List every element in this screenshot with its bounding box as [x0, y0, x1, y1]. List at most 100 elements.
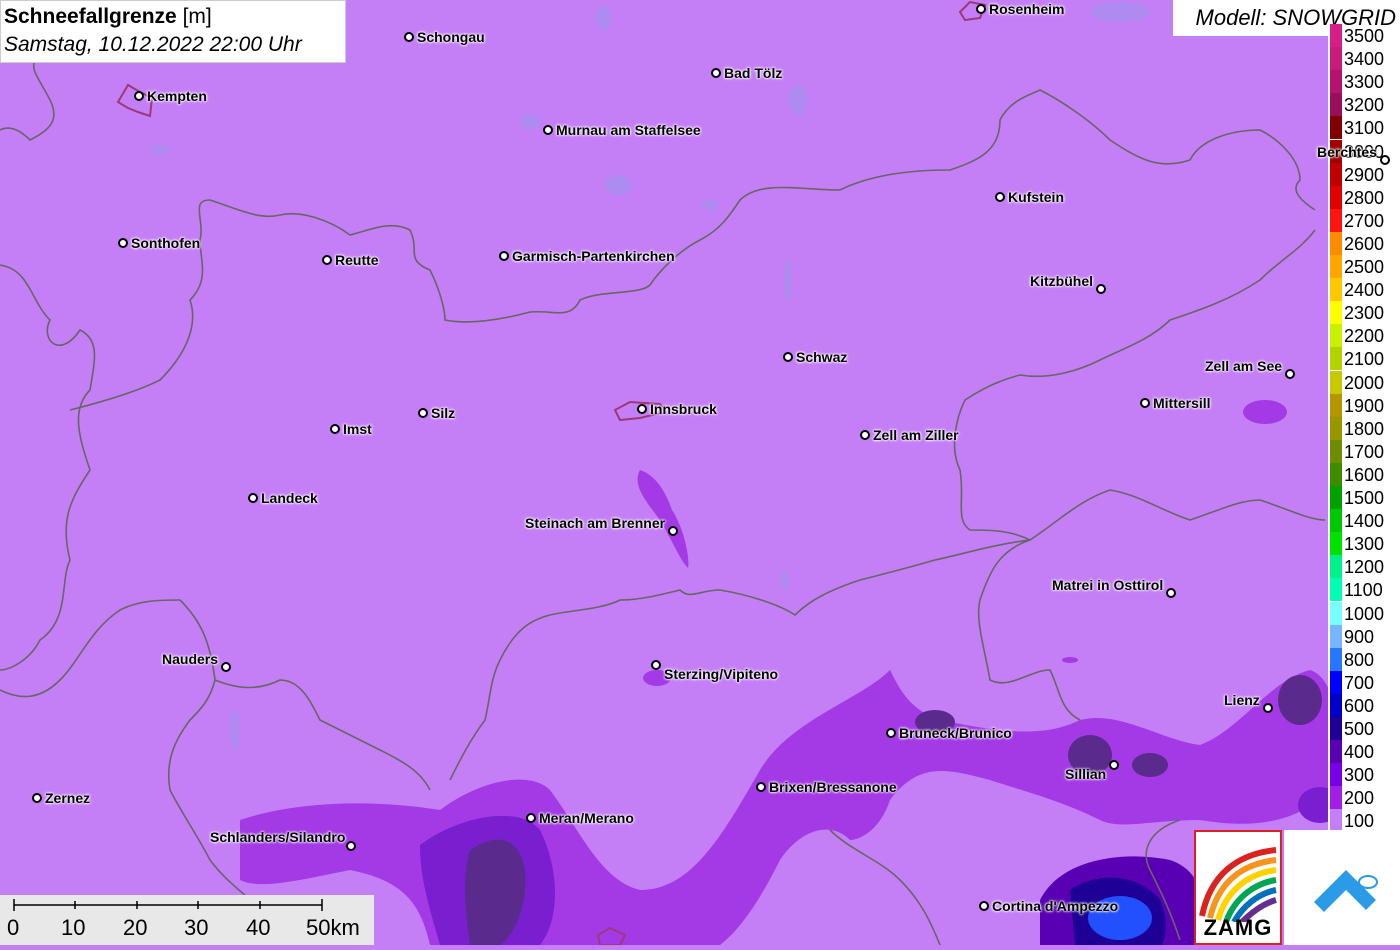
town-label: Sillian	[1065, 766, 1107, 782]
town-dot-icon	[1166, 588, 1176, 598]
legend-label: 1900	[1344, 395, 1385, 416]
town-label: Innsbruck	[650, 401, 717, 417]
town-label: Landeck	[261, 490, 318, 506]
snowfall-limit-map[interactable]	[0, 0, 1400, 945]
legend-entry: 2800	[1328, 185, 1400, 209]
town-label: Schlanders/Silandro	[210, 829, 346, 845]
legend-entry: 2900	[1328, 162, 1400, 186]
legend-label: 1500	[1344, 488, 1385, 508]
town-label: Steinach am Brenner	[525, 515, 666, 531]
town-dot-icon	[543, 125, 553, 135]
legend-entry: 1400	[1328, 509, 1400, 533]
legend-swatch	[1330, 185, 1342, 209]
legend-swatch	[1330, 278, 1342, 302]
town-label: Kempten	[147, 88, 207, 104]
scale-tick-0: 0	[7, 915, 20, 940]
legend-label: 2100	[1344, 349, 1385, 370]
legend-entry: 1600	[1328, 462, 1400, 486]
town-label: Cortina d'Ampezzo	[992, 898, 1119, 914]
title-box: Schneefallgrenze [m] Samstag, 10.12.2022…	[0, 0, 346, 63]
town-label: Kitzbühel	[1030, 273, 1093, 289]
legend-swatch	[1330, 393, 1342, 417]
legend-swatch	[1330, 555, 1342, 579]
town-dot-icon	[1109, 760, 1119, 770]
legend-label: 3100	[1344, 118, 1385, 139]
legend-entry: 400	[1328, 740, 1400, 764]
town-dot-icon	[118, 238, 128, 248]
map-title-unit: [m]	[176, 5, 212, 28]
legend-entry: 1300	[1328, 532, 1400, 556]
legend-label: 1000	[1344, 603, 1385, 624]
legend-entry: 800	[1328, 647, 1400, 671]
legend-label: 300	[1344, 765, 1375, 786]
zamg-logo[interactable]: ZAMG	[1194, 830, 1282, 945]
town-label: Zell am Ziller	[873, 427, 959, 443]
town-dot-icon	[979, 901, 989, 911]
legend-entry: 2000	[1328, 370, 1400, 394]
town-label: Schongau	[417, 29, 485, 45]
town-dot-icon	[860, 430, 870, 440]
legend-entry: 1500	[1328, 486, 1400, 509]
legend-swatch	[1330, 439, 1342, 463]
legend-swatch	[1330, 255, 1342, 278]
legend-entry: 3500	[1328, 24, 1400, 47]
town-dot-icon	[637, 404, 647, 414]
town-dot-icon	[756, 782, 766, 792]
town-label: Sterzing/Vipiteno	[664, 666, 779, 682]
town-dot-icon	[134, 91, 144, 101]
legend-swatch	[1330, 763, 1342, 787]
legend-entry: 2700	[1328, 208, 1400, 232]
legend-label: 2200	[1344, 326, 1385, 347]
legend-swatch	[1330, 347, 1342, 371]
legend-swatch	[1330, 809, 1342, 833]
legend-swatch	[1330, 624, 1342, 648]
legend-entry: 2400	[1328, 278, 1400, 302]
town-label: Bruneck/Brunico	[899, 725, 1012, 741]
partner-logo[interactable]	[1284, 830, 1400, 945]
legend-label: 400	[1344, 742, 1375, 763]
legend-swatch	[1330, 324, 1342, 348]
town-label: Brixen/Bressanone	[769, 779, 897, 795]
map-datetime: Samstag, 10.12.2022 22:00 Uhr	[4, 33, 302, 56]
town-dot-icon	[1096, 284, 1106, 294]
rainbow-icon	[1199, 847, 1277, 922]
town-label: Zernez	[45, 790, 91, 806]
town-dot-icon	[1380, 155, 1390, 165]
legend-swatch	[1330, 578, 1342, 602]
map-title-main: Schneefallgrenze	[4, 5, 177, 28]
legend-swatch	[1330, 370, 1342, 394]
town-dot-icon	[783, 352, 793, 362]
town-label: Reutte	[335, 252, 379, 268]
legend-label: 1700	[1344, 441, 1385, 462]
zamg-logo-text: ZAMG	[1203, 915, 1273, 940]
town-label: Bad Tölz	[724, 65, 783, 81]
legend-swatch	[1330, 670, 1342, 694]
town-dot-icon	[668, 526, 678, 536]
scale-tick-40: 40	[246, 915, 271, 940]
legend-label: 2300	[1344, 303, 1385, 324]
legend-label: 3200	[1344, 95, 1385, 116]
legend-entry: 900	[1328, 624, 1400, 648]
legend-swatch	[1330, 47, 1342, 71]
legend-entry: 3200	[1328, 93, 1400, 117]
town-dot-icon	[526, 813, 536, 823]
legend-entry: 200	[1328, 786, 1400, 810]
legend-entry: 1900	[1328, 393, 1400, 417]
legend-swatch	[1330, 532, 1342, 556]
legend-swatch	[1330, 416, 1342, 440]
scale-tick-30: 30	[184, 915, 209, 940]
legend-label: 2800	[1344, 187, 1385, 208]
legend-label: 3400	[1344, 49, 1385, 70]
legend-swatch	[1330, 231, 1342, 255]
legend-swatch	[1330, 486, 1342, 509]
town-label: Schwaz	[796, 349, 848, 365]
legend-entry: 100	[1328, 809, 1400, 833]
legend-swatch	[1330, 693, 1342, 717]
legend-swatch	[1330, 509, 1342, 533]
legend-entry: 2300	[1328, 301, 1400, 325]
legend-swatch	[1330, 24, 1342, 47]
legend-label: 2000	[1344, 372, 1385, 393]
town-dot-icon	[32, 793, 42, 803]
town-dot-icon	[418, 408, 428, 418]
town-dot-icon	[404, 32, 414, 42]
